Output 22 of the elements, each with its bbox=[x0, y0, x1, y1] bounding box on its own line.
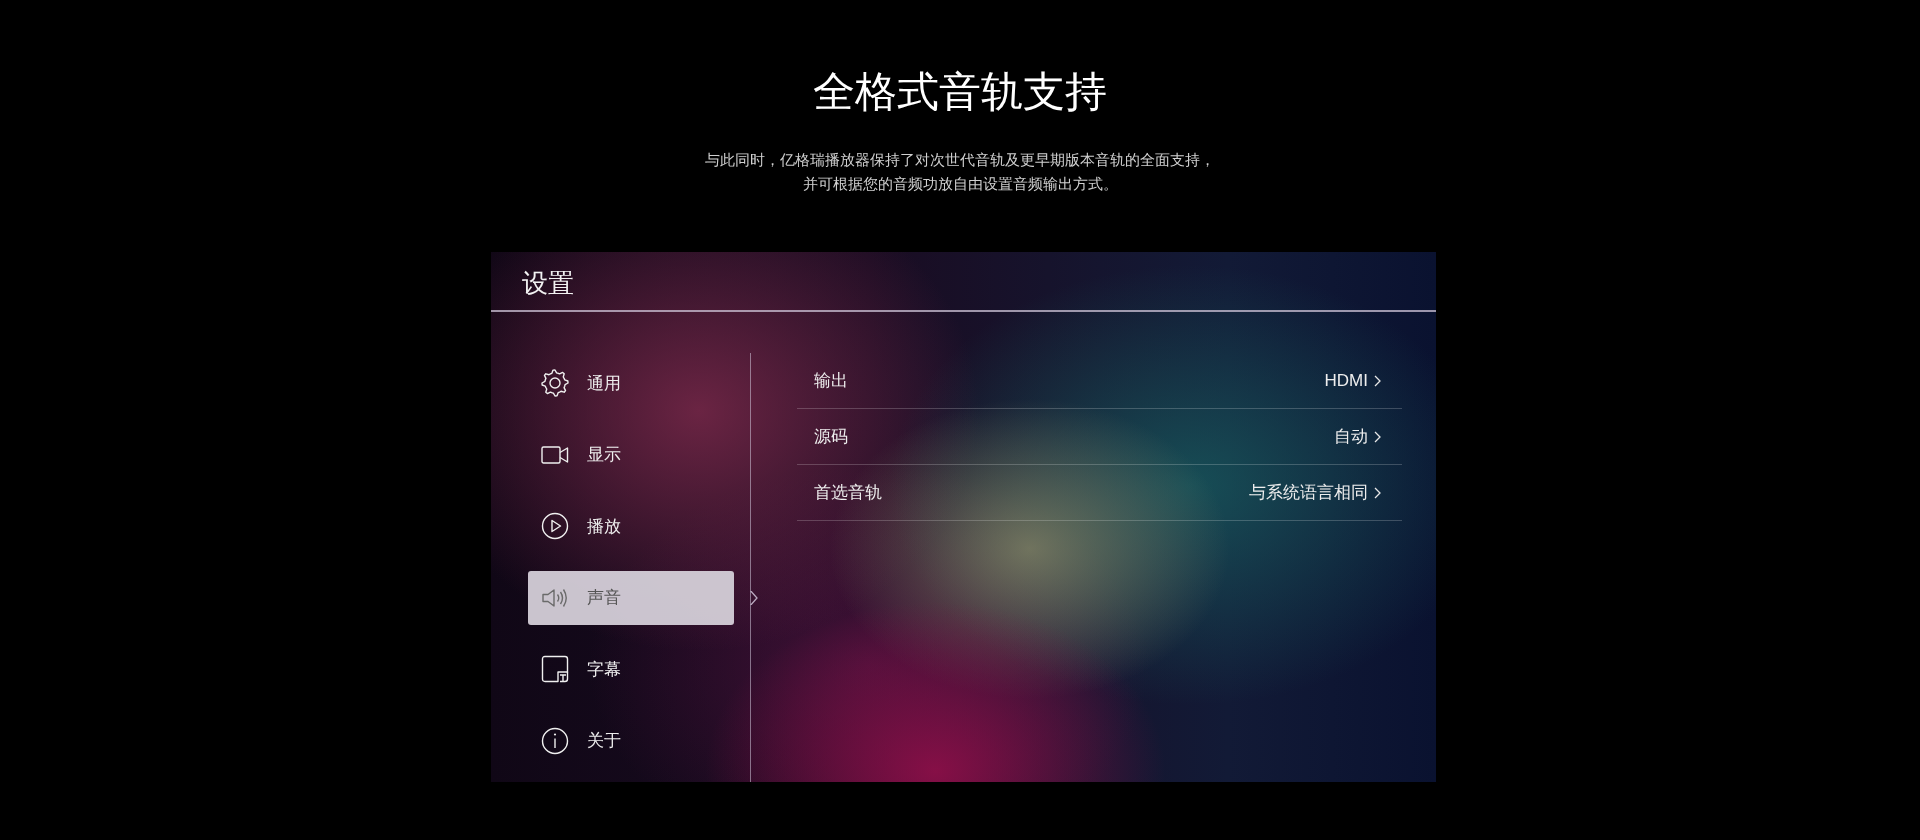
gear-icon bbox=[541, 369, 569, 397]
sidebar-item[interactable]: 显示 bbox=[528, 427, 734, 482]
info-icon bbox=[541, 726, 569, 755]
option-value: HDMI bbox=[1324, 370, 1368, 391]
sidebar-item[interactable]: 字幕 bbox=[528, 642, 734, 696]
option-label: 源码 bbox=[814, 426, 849, 448]
sidebar-item[interactable]: 播放 bbox=[528, 499, 734, 553]
play-icon bbox=[541, 512, 569, 540]
headline: 全格式音轨支持 bbox=[813, 67, 1107, 117]
option-value: 与系统语言相同 bbox=[1249, 482, 1368, 504]
option-label: 首选音轨 bbox=[814, 482, 883, 504]
option-label: 输出 bbox=[814, 370, 849, 392]
description: 与此同时，亿格瑞播放器保持了对次世代音轨及更早期版本音轨的全面支持， 并可根据您的音频功放自由设置音频输出方式。 bbox=[705, 150, 1215, 194]
subtitle-icon bbox=[541, 655, 569, 683]
chevron-icon bbox=[1374, 430, 1381, 443]
chevron-icon bbox=[1374, 486, 1381, 499]
sidebar-item[interactable]: 关于 bbox=[528, 713, 734, 768]
chevron-icon bbox=[1374, 374, 1381, 387]
sidebar-item[interactable]: 通用 bbox=[528, 356, 734, 410]
option-value: 自动 bbox=[1334, 426, 1368, 448]
sidebar-item[interactable]: 声音 bbox=[528, 570, 734, 625]
settings-title: 设置 bbox=[522, 266, 574, 300]
